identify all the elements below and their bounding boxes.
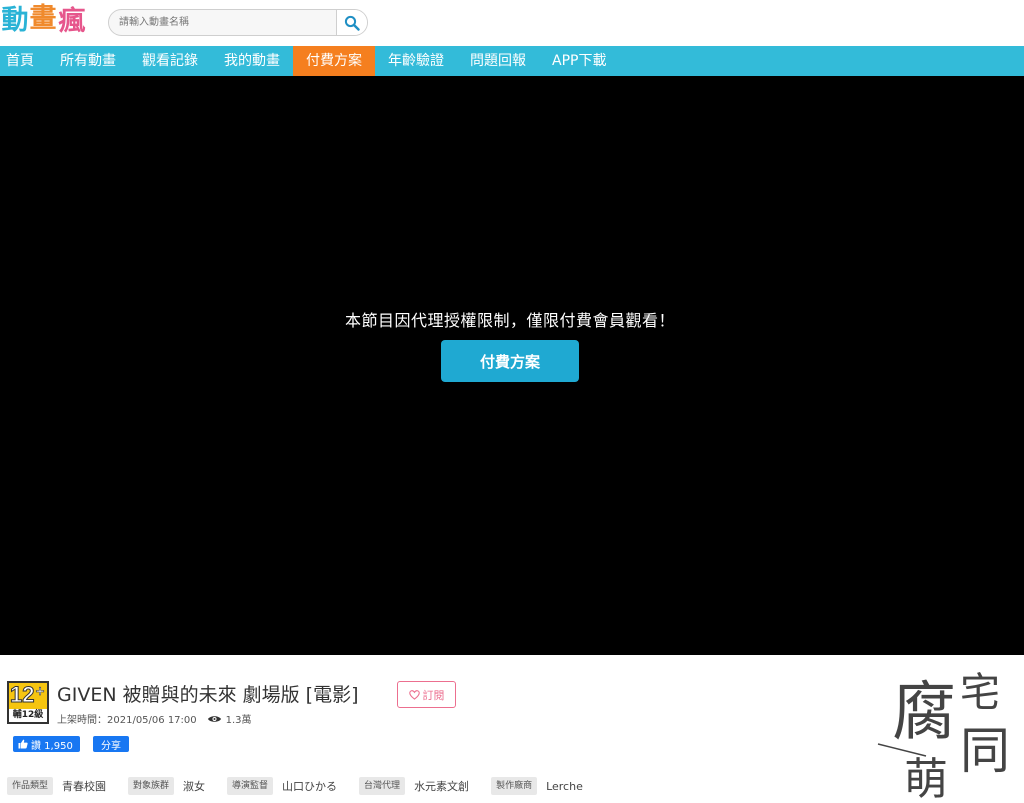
like-label: 讚 1,950 [31,740,73,752]
tag-key: 作品類型 [7,777,54,795]
search-button[interactable] [336,10,367,35]
badge-char-2: 宅 [960,670,1000,716]
subscribe-button[interactable]: 訂閱 [397,681,456,708]
info-tags: 作品類型 青春校園 對象族群 淑女 導演監督 山口ひかる 台灣代理 水元素文創 … [7,777,605,795]
facebook-like-button[interactable]: 讚 1,950 [13,736,80,752]
nav-my-anime[interactable]: 我的動畫 [211,46,293,76]
tag-key: 導演監督 [227,777,274,795]
nav-report-issue[interactable]: 問題回報 [457,46,539,76]
tag-studio: 製作廠商 Lerche [491,777,605,795]
badge-char-3: 萌 [904,754,948,803]
tag-key: 製作廠商 [491,777,538,795]
paid-plan-button[interactable]: 付費方案 [441,340,579,382]
eye-icon [207,714,222,724]
rating-age: 12 [9,682,35,708]
logo-char-1: 動 [0,5,30,41]
tag-value[interactable]: 青春校園 [62,778,106,794]
subscribe-label: 訂閱 [422,688,445,702]
rating-label: 輔12級 [9,709,47,722]
facebook-share-button[interactable]: 分享 [93,736,129,752]
nav-age-verification[interactable]: 年齡驗證 [375,46,457,76]
anime-title: GIVEN 被贈與的未來 劇場版 [電影] [57,684,359,706]
age-rating-badge: 12 + 輔12級 [7,681,49,724]
nav-watch-history[interactable]: 觀看記錄 [129,46,211,76]
logo-char-2: 畫 [28,3,58,39]
search-input[interactable] [109,10,337,35]
restriction-message: 本節目因代理授權限制，僅限付費會員觀看！ [344,311,675,330]
search-box [108,9,368,36]
rating-plus: + [34,684,46,699]
thumbs-up-icon [18,739,28,749]
tag-value[interactable]: Lerche [546,780,583,793]
view-count: 1.3萬 [225,715,252,726]
search-icon [344,15,360,31]
tag-director: 導演監督 山口ひかる [227,777,359,795]
tag-genre: 作品類型 青春校園 [7,777,128,795]
badge-char-4: 同 [960,722,1010,780]
nav-all-anime[interactable]: 所有動畫 [47,46,129,76]
logo-char-3: 瘋 [57,6,87,42]
site-logo[interactable]: 動 畫 瘋 [0,2,90,44]
header: 動 畫 瘋 [0,0,1024,46]
nav-home[interactable]: 首頁 [0,46,47,76]
heart-icon [408,689,420,700]
nav-paid-plan[interactable]: 付費方案 [293,46,375,76]
nav-app-download[interactable]: APP下載 [539,46,619,76]
video-player[interactable]: 本節目因代理授權限制，僅限付費會員觀看！ 付費方案 [0,76,1024,655]
calligraphy-badge: 腐 宅 萌 同 [877,670,1010,803]
tag-key: 對象族群 [128,777,175,795]
tag-value[interactable]: 水元素文創 [414,778,469,794]
tag-value[interactable]: 山口ひかる [282,778,337,794]
tag-value[interactable]: 淑女 [183,778,205,794]
tag-audience: 對象族群 淑女 [128,777,227,795]
tag-key: 台灣代理 [359,777,406,795]
main-nav: 首頁 所有動畫 觀看記錄 我的動畫 付費方案 年齡驗證 問題回報 APP下載 [0,46,1024,76]
badge-char-1: 腐 [892,676,956,750]
tag-distributor: 台灣代理 水元素文創 [359,777,491,795]
release-time: 上架時間：2021/05/06 17:00 [57,715,197,726]
meta-row: 上架時間：2021/05/06 17:00 1.3萬 [57,711,252,726]
